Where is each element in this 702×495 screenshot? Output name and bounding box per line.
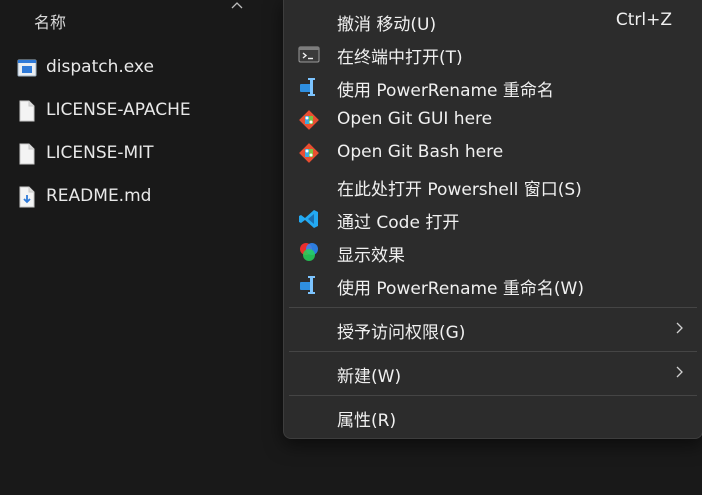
menu-item-label: 属性(R)	[337, 411, 397, 431]
menu-item-label: 授予访问权限(G)	[337, 323, 466, 343]
menu-separator	[289, 307, 697, 308]
menu-item-open-git-bash[interactable]: Open Git Bash here	[284, 136, 702, 169]
file-name: LICENSE-MIT	[46, 143, 154, 163]
menu-item-properties[interactable]: 属性(R)	[284, 400, 702, 433]
color-circles-icon	[300, 243, 318, 261]
file-name: dispatch.exe	[46, 57, 154, 77]
file-name: LICENSE-APACHE	[46, 100, 191, 120]
terminal-icon	[298, 46, 320, 63]
menu-item-open-in-terminal[interactable]: 在终端中打开(T)	[284, 37, 702, 70]
menu-item-label: Open Git GUI here	[337, 109, 493, 129]
vscode-icon	[299, 210, 318, 228]
chevron-right-icon	[676, 366, 683, 378]
file-row-dispatch[interactable]: dispatch.exe	[0, 48, 283, 88]
file-row-readme[interactable]: README.md	[0, 177, 283, 217]
chevron-right-icon	[676, 322, 683, 334]
menu-item-label: 显示效果	[337, 246, 405, 266]
column-header-label: 名称	[34, 13, 67, 32]
menu-item-powerrename-w[interactable]: 使用 PowerRename 重命名(W)	[284, 268, 702, 301]
file-row-license-mit[interactable]: LICENSE-MIT	[0, 134, 283, 174]
git-icon	[299, 143, 319, 163]
menu-item-label: 在此处打开 Powershell 窗口(S)	[337, 180, 582, 200]
menu-separator	[289, 351, 697, 352]
file-icon	[19, 143, 35, 165]
context-menu: 撤消 移动(U) Ctrl+Z 在终端中打开(T) 使用 PowerRename…	[283, 0, 702, 439]
file-name: README.md	[46, 186, 152, 206]
sort-ascending-icon	[231, 2, 243, 9]
menu-item-label: 使用 PowerRename 重命名(W)	[337, 279, 584, 299]
menu-item-shortcut: Ctrl+Z	[615, 10, 672, 30]
file-row-license-apache[interactable]: LICENSE-APACHE	[0, 91, 283, 131]
exe-file-icon	[17, 59, 37, 77]
powerrename-icon	[300, 276, 315, 294]
menu-item-label: 通过 Code 打开	[337, 213, 460, 233]
git-icon	[299, 110, 319, 130]
menu-item-label: 新建(W)	[337, 367, 402, 387]
menu-item-powerrename[interactable]: 使用 PowerRename 重命名	[284, 70, 702, 103]
menu-item-open-with-code[interactable]: 通过 Code 打开	[284, 202, 702, 235]
name-column-header[interactable]: 名称	[0, 0, 283, 40]
menu-item-open-git-gui[interactable]: Open Git GUI here	[284, 103, 702, 136]
menu-item-label: 在终端中打开(T)	[337, 48, 463, 68]
menu-item-open-powershell[interactable]: 在此处打开 Powershell 窗口(S)	[284, 169, 702, 202]
menu-item-display-effects[interactable]: 显示效果	[284, 235, 702, 268]
menu-item-undo-move[interactable]: 撤消 移动(U) Ctrl+Z	[284, 4, 702, 37]
menu-item-label: 撤消 移动(U)	[337, 15, 437, 35]
file-icon	[19, 100, 35, 122]
menu-item-new[interactable]: 新建(W)	[284, 356, 702, 389]
menu-separator	[289, 395, 697, 396]
menu-item-label: 使用 PowerRename 重命名	[337, 81, 554, 101]
menu-item-grant-access[interactable]: 授予访问权限(G)	[284, 312, 702, 345]
powerrename-icon	[300, 78, 315, 96]
menu-item-label: Open Git Bash here	[337, 142, 504, 162]
markdown-file-icon	[19, 186, 35, 208]
